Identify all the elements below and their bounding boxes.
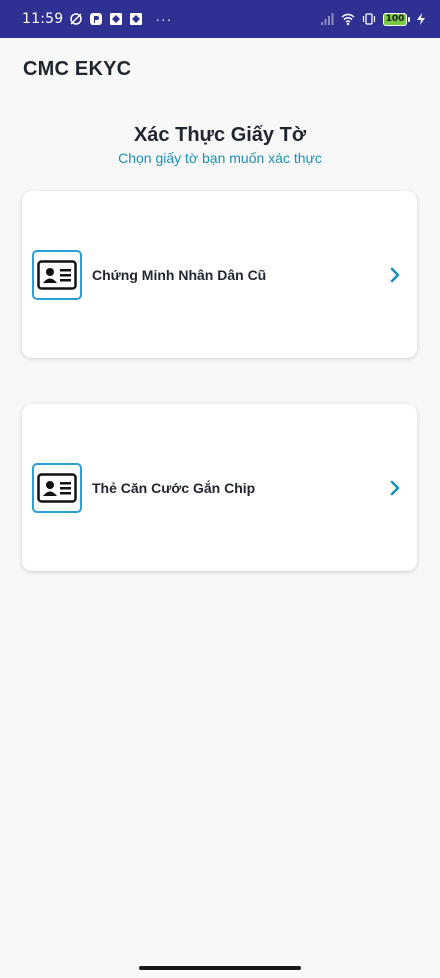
status-right: 100 [320,12,428,26]
id-card-icon [32,249,82,300]
app-notification-icon [89,12,103,26]
page-subheading: Chọn giấy tờ bạn muốn xác thực [118,150,322,166]
status-bar: 11:59 ··· 100 [0,0,440,38]
app-notification-icon [109,12,123,26]
id-card-icon [32,462,82,513]
home-indicator[interactable] [139,966,301,970]
signal-icon [320,12,334,26]
page-heading: Xác Thực Giấy Tờ [133,124,307,146]
app-title: CMC EKYC [23,58,132,80]
status-time: 11:59 [22,11,64,27]
option-label: Thẻ Căn Cước Gắn Chip [92,479,256,496]
more-notifications-icon: ··· [155,11,173,27]
option-label: Chứng Minh Nhân Dân Cũ [92,266,267,283]
app-notification-icon [129,12,143,26]
charging-icon [414,12,428,26]
muted-alarm-icon [69,12,83,26]
chevron-right-icon [389,480,401,496]
wifi-icon [341,12,355,26]
option-card-chip-id[interactable]: Thẻ Căn Cước Gắn Chip [22,404,417,571]
status-left: 11:59 ··· [22,11,172,27]
chevron-right-icon [389,267,401,283]
battery-icon: 100 [383,12,410,26]
vibrate-icon [362,12,376,26]
option-card-old-id[interactable]: Chứng Minh Nhân Dân Cũ [22,191,417,358]
